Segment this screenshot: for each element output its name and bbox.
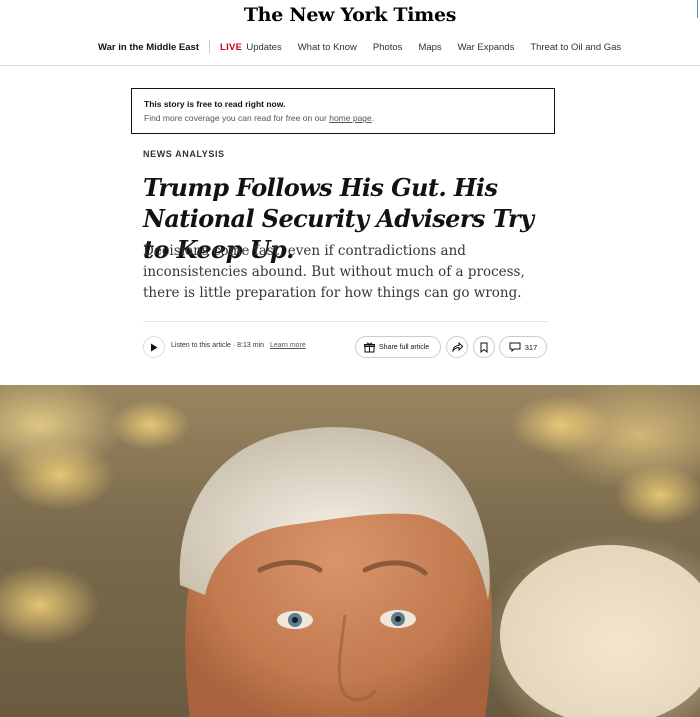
- gift-icon: [364, 342, 375, 352]
- free-notice-title: This story is free to read right now.: [144, 99, 286, 109]
- comment-count: 317: [524, 342, 538, 352]
- share-button[interactable]: [446, 336, 468, 358]
- section-nav: War in the Middle East LIVE Updates What…: [0, 35, 700, 66]
- article-kicker: NEWS ANALYSIS: [143, 149, 225, 159]
- nav-item-updates[interactable]: Updates: [246, 42, 281, 53]
- bookmark-icon: [480, 342, 488, 353]
- play-button[interactable]: [143, 336, 165, 358]
- scroll-edge: [697, 0, 698, 18]
- listen-text: Listen to this article · 8:13 min: [171, 342, 264, 349]
- share-arrow-icon: [451, 342, 463, 352]
- comment-icon: [509, 342, 521, 352]
- share-label: Share full article: [379, 343, 430, 351]
- free-notice-prefix: Find more coverage you can read for free…: [144, 113, 330, 123]
- nyt-logo[interactable]: The New York Times: [0, 4, 700, 26]
- nav-item-threat-oil-gas[interactable]: Threat to Oil and Gas: [530, 42, 621, 53]
- free-notice-subtitle: Find more coverage you can read for free…: [144, 113, 542, 123]
- free-notice-suffix: .: [371, 113, 375, 123]
- nav-section-title[interactable]: War in the Middle East: [98, 42, 199, 53]
- free-story-notice: This story is free to read right now. Fi…: [131, 88, 555, 134]
- article-lead-photo: [0, 385, 700, 717]
- save-button[interactable]: [473, 336, 495, 358]
- nav-item-what-to-know[interactable]: What to Know: [298, 42, 357, 53]
- home-page-link[interactable]: home page: [329, 113, 372, 123]
- article-summary: Decisions come fast, even if contradicti…: [143, 243, 525, 301]
- play-icon: [151, 343, 158, 351]
- comments-button[interactable]: 317: [499, 336, 547, 358]
- nav-item-photos[interactable]: Photos: [373, 42, 403, 53]
- portrait-illustration: [0, 395, 700, 717]
- toolbar-divider: [143, 321, 548, 322]
- nav-item-war-expands[interactable]: War Expands: [458, 42, 515, 53]
- listen-info: Listen to this article · 8:13 min Learn m…: [171, 342, 306, 349]
- article-toolbar: Listen to this article · 8:13 min Learn m…: [143, 334, 553, 360]
- nav-item-maps[interactable]: Maps: [418, 42, 441, 53]
- masthead: The New York Times: [0, 0, 700, 30]
- nav-separator: [209, 40, 210, 54]
- learn-more-link[interactable]: Learn more: [270, 342, 306, 349]
- live-badge[interactable]: LIVE: [220, 42, 242, 53]
- share-full-article-button[interactable]: Share full article: [355, 336, 441, 358]
